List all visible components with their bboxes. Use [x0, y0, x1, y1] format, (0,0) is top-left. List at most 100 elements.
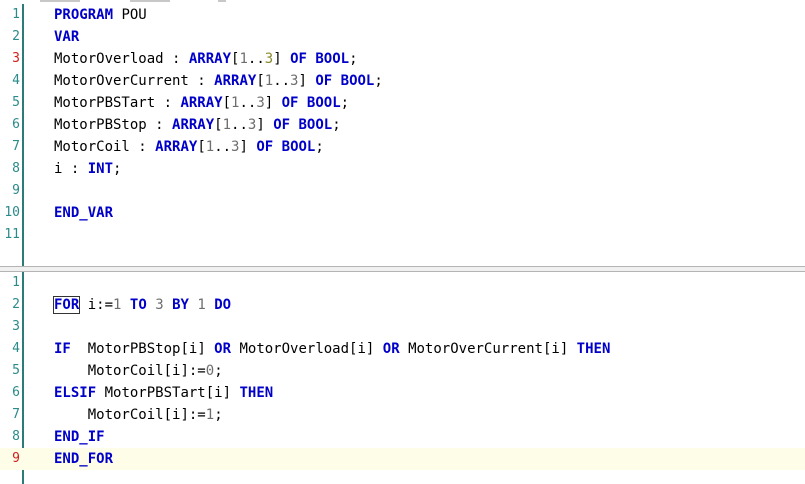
code-line[interactable]: 6 ELSIF MotorPBSTart[i] THEN — [0, 382, 805, 404]
code-line[interactable]: 4 IF MotorPBStop[i] OR MotorOverload[i] O… — [0, 338, 805, 360]
code-line[interactable]: 10 END_VAR — [0, 202, 805, 224]
operator: [ — [222, 95, 232, 111]
keyword: THEN — [576, 341, 611, 357]
identifier: MotorPBStop — [54, 117, 156, 133]
identifier: MotorCoil — [54, 139, 139, 155]
operator: ; — [349, 51, 358, 67]
code-text[interactable]: MotorPBSTart : ARRAY[1..3] OF BOOL; — [54, 92, 349, 114]
operator: [ — [163, 363, 173, 379]
keyword: OF — [256, 139, 274, 155]
number-literal-highlighted: 3 — [264, 51, 274, 67]
number-literal: 0 — [205, 363, 215, 379]
code-line[interactable]: 9 END_FOR — [0, 448, 805, 470]
number-literal: 1 — [264, 73, 274, 89]
operator: ] — [222, 385, 240, 401]
line-number: 3 — [12, 319, 20, 334]
code-text[interactable]: END_FOR — [54, 448, 113, 470]
code-text[interactable]: MotorPBStop : ARRAY[1..3] OF BOOL; — [54, 114, 341, 136]
code-text[interactable]: PROGRAM POU — [54, 4, 147, 26]
operator: ] — [298, 73, 316, 89]
code-line[interactable]: 6 MotorPBStop : ARRAY[1..3] OF BOOL; — [0, 114, 805, 136]
code-line[interactable]: 1 — [0, 272, 805, 294]
number-literal: 1 — [205, 407, 215, 423]
code-line[interactable]: 8 END_IF — [0, 426, 805, 448]
code-line[interactable]: 5 MotorCoil[i]:=0; — [0, 360, 805, 382]
declaration-editor[interactable]: 1 PROGRAM POU 2 VAR 3 MotorOverload : ARRAY[1… — [0, 4, 805, 266]
keyword: PROGRAM — [54, 7, 114, 23]
identifier: MotorOverload — [54, 51, 173, 67]
operator: ] — [256, 117, 274, 133]
identifier: MotorCoil — [54, 363, 164, 379]
operator — [206, 297, 214, 313]
code-line[interactable]: 3 — [0, 316, 805, 338]
code-text[interactable]: ELSIF MotorPBSTart[i] THEN — [54, 382, 273, 404]
line-number: 8 — [12, 161, 20, 176]
operator: : — [138, 139, 156, 155]
code-text[interactable]: i : INT; — [54, 158, 121, 180]
operator: ] — [365, 341, 383, 357]
identifier: MotorPBSTart — [96, 385, 206, 401]
code-text[interactable]: MotorOverload : ARRAY[1..3] OF BOOL; — [54, 48, 358, 70]
line-number: 11 — [4, 227, 20, 242]
code-text[interactable]: FOR i:=1 TO 3 BY 1 DO — [52, 294, 231, 316]
code-text[interactable]: MotorCoil[i]:=1; — [54, 404, 223, 426]
code-line[interactable]: 4 MotorOverCurrent : ARRAY[1..3] OF BOOL; — [0, 70, 805, 92]
keyword: TO — [129, 297, 147, 313]
code-line[interactable]: 11 — [0, 224, 805, 246]
operator: .. — [239, 95, 257, 111]
keyword: BOOL — [306, 95, 341, 111]
line-number: 1 — [12, 7, 20, 22]
code-line[interactable]: 7 MotorCoil : ARRAY[1..3] OF BOOL; — [0, 136, 805, 158]
line-number: 9 — [12, 451, 20, 466]
implementation-editor[interactable]: 1 2 FOR i:=1 TO 3 BY 1 DO 3 4 IF MotorPBStop[… — [0, 272, 805, 484]
code-text[interactable]: END_VAR — [54, 202, 113, 224]
operator: ; — [214, 363, 223, 379]
operator: .. — [247, 51, 265, 67]
keyword: ARRAY — [172, 117, 215, 133]
operator: .. — [214, 139, 232, 155]
keyword: BOOL — [315, 51, 350, 67]
code-line[interactable]: 3 MotorOverload : ARRAY[1..3] OF BOOL; — [0, 48, 805, 70]
operator — [290, 117, 298, 133]
operator: [ — [214, 117, 223, 133]
identifier: MotorOverCurrent — [54, 73, 198, 89]
operator: : — [70, 161, 88, 177]
operator: ]:= — [180, 363, 206, 379]
code-line[interactable]: 9 — [0, 180, 805, 202]
operator: .. — [273, 73, 291, 89]
operator: [ — [256, 73, 265, 89]
operator: .. — [231, 117, 248, 133]
keyword: OR — [214, 341, 232, 357]
code-line[interactable]: 1 PROGRAM POU — [0, 4, 805, 26]
code-text[interactable]: END_IF — [54, 426, 105, 448]
line-number: 8 — [12, 429, 20, 444]
code-line[interactable]: 7 MotorCoil[i]:=1; — [0, 404, 805, 426]
keyword: OF — [281, 95, 299, 111]
identifier: MotorPBStop — [70, 341, 181, 357]
keyword: OF — [290, 51, 307, 67]
code-text[interactable]: MotorOverCurrent : ARRAY[1..3] OF BOOL; — [54, 70, 383, 92]
keyword: END_IF — [54, 429, 105, 445]
line-number: 7 — [12, 407, 20, 422]
keyword: VAR — [54, 29, 80, 45]
number-literal: 1 — [239, 51, 248, 67]
keyword: ARRAY — [188, 51, 232, 67]
line-number: 4 — [12, 73, 20, 88]
code-line[interactable]: 2 VAR — [0, 26, 805, 48]
line-number: 5 — [12, 363, 20, 378]
number-literal: 1 — [205, 139, 215, 155]
code-line[interactable]: 2 FOR i:=1 TO 3 BY 1 DO — [0, 294, 805, 316]
operator: ; — [332, 117, 341, 133]
code-text[interactable]: MotorCoil[i]:=0; — [54, 360, 223, 382]
operator: := — [96, 297, 114, 313]
operator: : — [197, 73, 215, 89]
code-line[interactable]: 8 i : INT; — [0, 158, 805, 180]
operator: ; — [214, 407, 223, 423]
identifier: i — [357, 341, 366, 357]
code-text[interactable]: VAR — [54, 26, 79, 48]
operator: ; — [340, 95, 350, 111]
code-text[interactable]: MotorCoil : ARRAY[1..3] OF BOOL; — [54, 136, 324, 158]
code-line[interactable]: 5 MotorPBSTart : ARRAY[1..3] OF BOOL; — [0, 92, 805, 114]
code-text[interactable]: IF MotorPBStop[i] OR MotorOverload[i] OR… — [54, 338, 610, 360]
keyword-selected: FOR — [52, 296, 81, 314]
